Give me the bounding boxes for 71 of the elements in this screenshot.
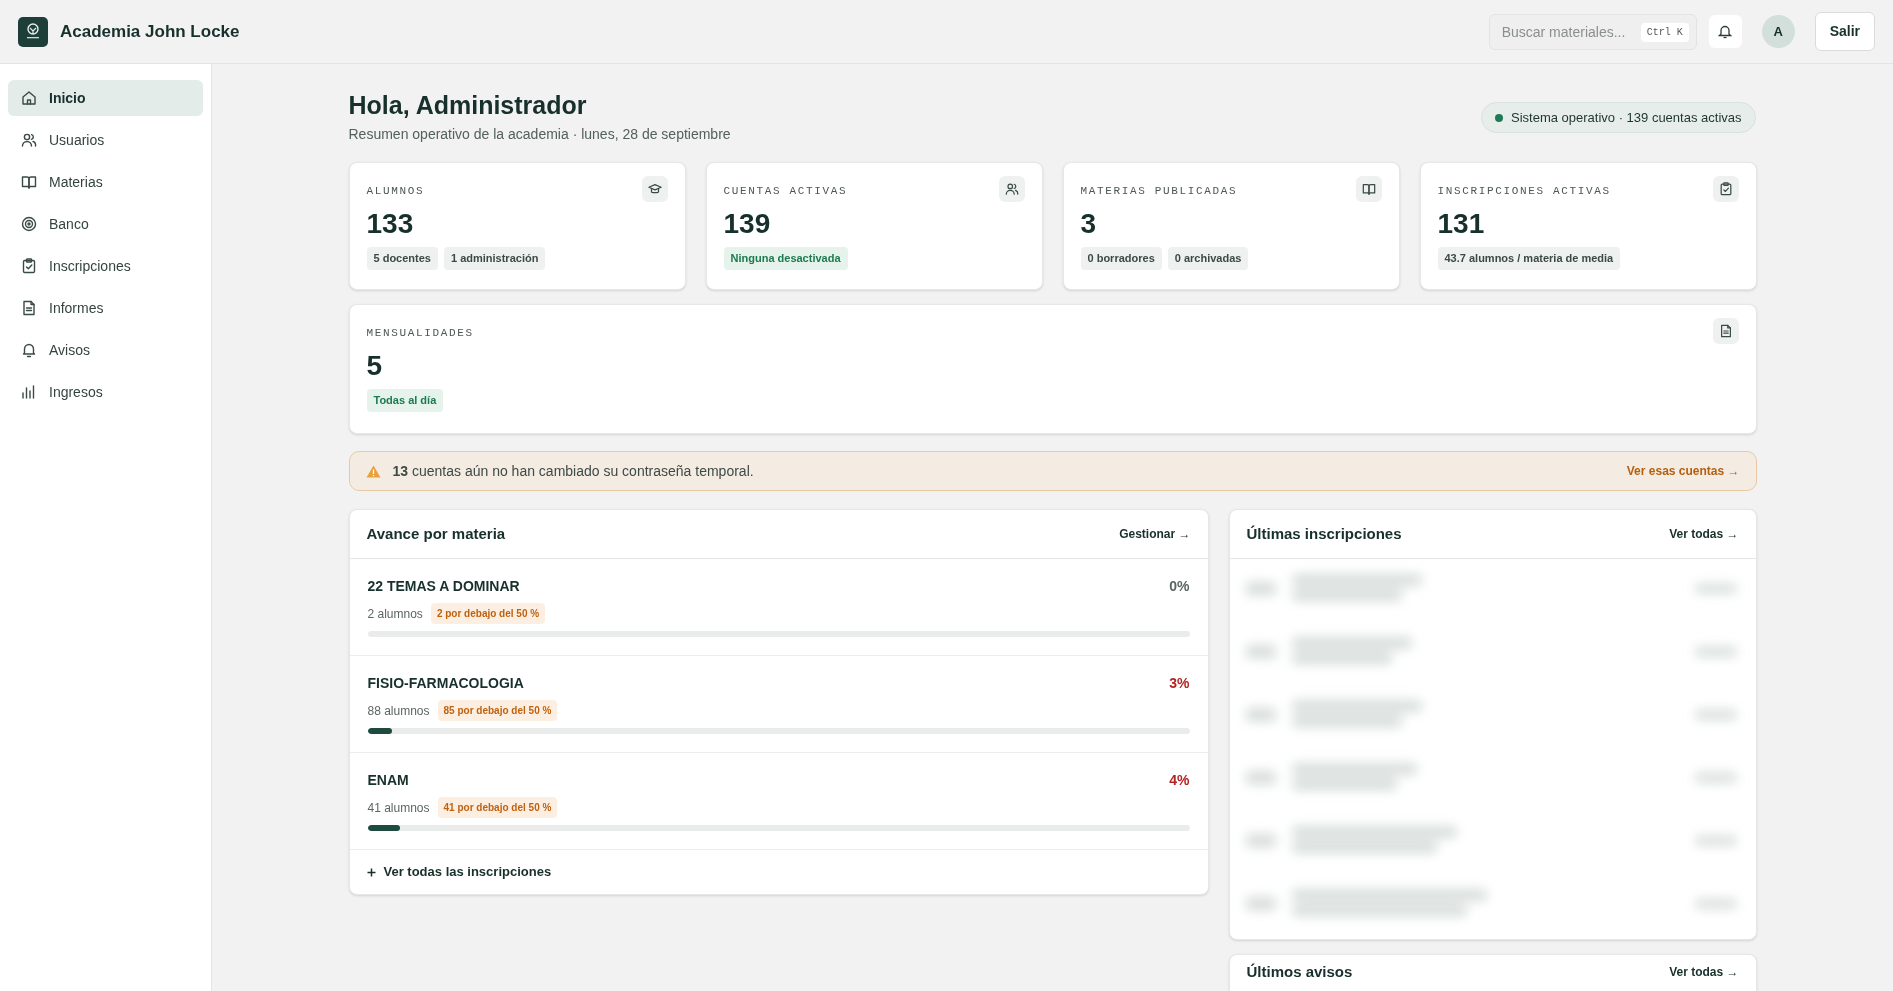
stat-tag: 0 archivadas (1167, 247, 1249, 270)
avatar[interactable]: A (1761, 15, 1795, 48)
graduation-cap-icon (647, 182, 662, 196)
brand-name: Academia John Locke (60, 20, 240, 43)
stat-label: CUENTAS ACTIVAS (723, 184, 848, 199)
sidebar-item[interactable]: Ingresos (8, 374, 203, 410)
view-all-link[interactable]: Ver todas → (1669, 525, 1739, 543)
stat-label: INSCRIPCIONES ACTIVAS (1437, 184, 1611, 199)
book-icon (21, 174, 37, 190)
home-icon (21, 90, 37, 106)
page-title: Hola, Administrador (348, 90, 588, 121)
subject-percent: 0% (1169, 577, 1190, 596)
below-threshold-tag: 85 por debajo del 50 % (437, 700, 558, 721)
stat-label: ALUMNOS (366, 184, 425, 199)
warning-message: 13 cuentas aún no han cambiado su contraseña temporal. (392, 461, 754, 481)
warning-icon (365, 464, 381, 478)
stat-tag: Todas al día (366, 389, 444, 412)
sidebar-item[interactable]: Informes (8, 290, 203, 326)
clipboard-check-icon (1718, 182, 1733, 196)
target-icon (21, 216, 37, 232)
stat-value: 139 (723, 207, 772, 241)
stat-value: 131 (1437, 207, 1486, 241)
stat-label: MENSUALIDADES (366, 326, 474, 341)
stat-value: 133 (366, 207, 415, 241)
view-all-link[interactable]: Ver todas → (1669, 963, 1739, 981)
bell-icon (21, 342, 37, 358)
logo-icon (18, 16, 48, 47)
sidebar-item[interactable]: Banco (8, 206, 203, 242)
clipboard-check-icon (21, 258, 37, 274)
stat-tag: Ninguna desactivada (723, 247, 848, 270)
page-subtitle: Resumen operativo de la academia · lunes, 28 de septiembre (348, 125, 731, 144)
below-threshold-tag: 2 por debajo del 50 % (430, 603, 546, 624)
subject-percent: 3% (1169, 674, 1190, 693)
book-icon (1361, 182, 1376, 196)
stat-value: 5 (366, 349, 384, 383)
bar-chart-icon (21, 384, 37, 400)
subject-name: FISIO-FARMACOLOGIA (367, 674, 524, 693)
card-title: Avance por materia (366, 523, 506, 544)
document-icon (1718, 324, 1733, 338)
student-count: 2 alumnos (367, 605, 423, 623)
document-icon (21, 300, 37, 316)
view-accounts-link[interactable]: Ver esas cuentas → (1626, 462, 1740, 480)
subject-name: ENAM (367, 771, 409, 790)
stat-tag: 5 docentes (366, 247, 438, 270)
plus-icon (366, 867, 376, 877)
manage-link[interactable]: Gestionar → (1119, 525, 1191, 543)
stat-label: MATERIAS PUBLICADAS (1080, 184, 1238, 199)
stat-tag: 1 administración (443, 247, 546, 270)
sidebar-item[interactable]: Avisos (8, 332, 203, 368)
stat-tag: 0 borradores (1080, 247, 1162, 270)
subject-name: 22 TEMAS A DOMINAR (367, 577, 520, 596)
student-count: 41 alumnos (367, 799, 430, 817)
users-icon (1004, 182, 1019, 196)
sidebar-item[interactable]: Usuarios (8, 122, 203, 158)
users-icon (21, 132, 37, 148)
status-dot-icon (1495, 113, 1503, 122)
view-all-enrollments-link[interactable]: Ver todas las inscripciones (366, 862, 552, 882)
sidebar-item[interactable]: Materias (8, 164, 203, 200)
card-title: Últimos avisos (1246, 963, 1353, 981)
below-threshold-tag: 41 por debajo del 50 % (437, 797, 558, 818)
subject-percent: 4% (1169, 771, 1190, 790)
card-title: Últimas inscripciones (1246, 523, 1402, 544)
bell-icon (1718, 24, 1733, 39)
stat-value: 3 (1080, 207, 1098, 241)
logout-button[interactable]: Salir (1814, 12, 1875, 51)
stat-tag: 43.7 alumnos / materia de media (1437, 247, 1621, 270)
student-count: 88 alumnos (367, 702, 430, 720)
notifications-button[interactable] (1708, 15, 1742, 48)
status-text: Sistema operativo · 139 cuentas activas (1511, 108, 1742, 127)
sidebar-item[interactable]: Inicio (8, 80, 203, 116)
sidebar-item[interactable]: Inscripciones (8, 248, 203, 284)
